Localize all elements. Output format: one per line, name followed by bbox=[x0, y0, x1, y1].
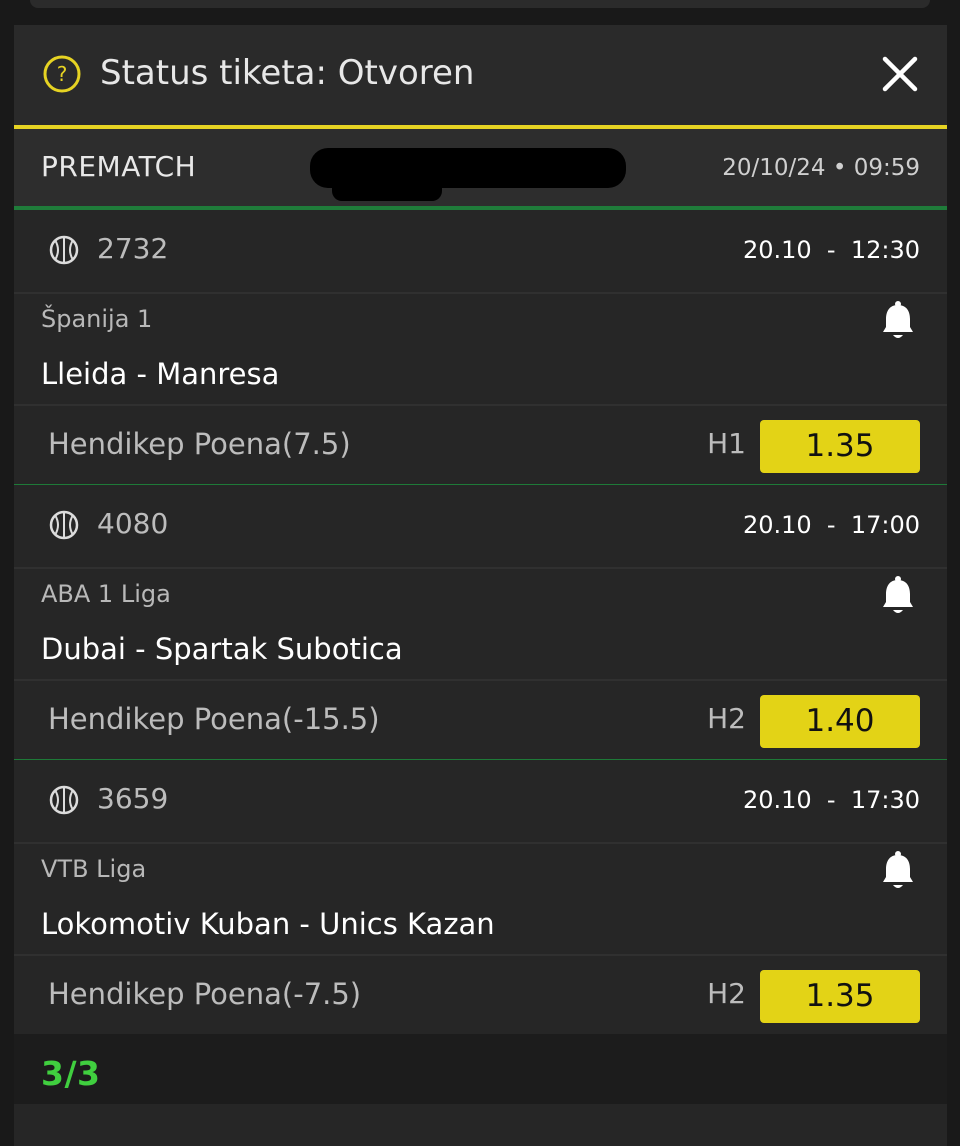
match-teams: Dubai - Spartak Subotica bbox=[41, 632, 403, 666]
ticket-info-bar: PREMATCH 20/10/24 • 09:59 bbox=[14, 129, 947, 210]
bell-icon[interactable] bbox=[873, 296, 923, 346]
bet-row: Hendikep Poena(-7.5) H2 1.35 bbox=[14, 956, 947, 1034]
league-name: ABA 1 Liga bbox=[41, 580, 171, 608]
match-info: ABA 1 Liga Dubai - Spartak Subotica bbox=[14, 569, 947, 681]
match-header: 3659 20.10 - 17:30 bbox=[14, 760, 947, 844]
market-name: Hendikep Poena(-7.5) bbox=[48, 977, 362, 1011]
bell-icon[interactable] bbox=[873, 846, 923, 896]
ticket-status-title: Status tiketa: Otvoren bbox=[100, 53, 475, 93]
prematch-label: PREMATCH bbox=[41, 150, 197, 183]
match-info: Španija 1 Lleida - Manresa bbox=[14, 294, 947, 406]
pick-label: H1 bbox=[707, 427, 746, 460]
odd-button[interactable]: 1.40 bbox=[760, 695, 920, 748]
match-time: 20.10 - 12:30 bbox=[742, 236, 920, 264]
market-name: Hendikep Poena(-15.5) bbox=[48, 702, 380, 736]
match-header: 4080 20.10 - 17:00 bbox=[14, 485, 947, 569]
match-teams: Lleida - Manresa bbox=[41, 357, 280, 391]
pick-label: H2 bbox=[707, 977, 746, 1010]
redacted-ticket-id-overflow bbox=[332, 177, 442, 201]
league-name: Španija 1 bbox=[41, 305, 153, 333]
pick-label: H2 bbox=[707, 702, 746, 735]
match-id: 4080 bbox=[97, 507, 169, 540]
match-id: 2732 bbox=[97, 232, 169, 265]
close-icon[interactable] bbox=[877, 51, 923, 97]
match-info: VTB Liga Lokomotiv Kuban - Unics Kazan bbox=[14, 844, 947, 956]
ticket-footer: 3/3 bbox=[14, 1034, 947, 1104]
match-card: 2732 20.10 - 12:30 Španija 1 Lleida - Ma… bbox=[14, 210, 947, 486]
league-name: VTB Liga bbox=[41, 855, 147, 883]
bet-row: Hendikep Poena(7.5) H1 1.35 bbox=[14, 406, 947, 484]
match-card: 3659 20.10 - 17:30 VTB Liga Lokomotiv Ku… bbox=[14, 760, 947, 1036]
bell-icon[interactable] bbox=[873, 571, 923, 621]
basketball-icon bbox=[49, 510, 79, 540]
match-time: 20.10 - 17:30 bbox=[742, 786, 920, 814]
ticket-header: ? Status tiketa: Otvoren bbox=[14, 25, 947, 129]
odd-button[interactable]: 1.35 bbox=[760, 970, 920, 1023]
question-icon[interactable]: ? bbox=[42, 54, 82, 94]
basketball-icon bbox=[49, 785, 79, 815]
ticket-panel: ? Status tiketa: Otvoren PREMATCH 20/10/… bbox=[14, 25, 947, 1146]
svg-text:?: ? bbox=[57, 62, 68, 86]
match-id: 3659 bbox=[97, 782, 169, 815]
ticket-datetime: 20/10/24 • 09:59 bbox=[722, 155, 920, 181]
market-name: Hendikep Poena(7.5) bbox=[48, 427, 351, 461]
bet-row: Hendikep Poena(-15.5) H2 1.40 bbox=[14, 681, 947, 759]
match-teams: Lokomotiv Kuban - Unics Kazan bbox=[41, 907, 495, 941]
matches-won-count: 3/3 bbox=[41, 1054, 101, 1093]
odd-button[interactable]: 1.35 bbox=[760, 420, 920, 473]
previous-card-edge bbox=[30, 0, 930, 8]
match-header: 2732 20.10 - 12:30 bbox=[14, 210, 947, 294]
match-card: 4080 20.10 - 17:00 ABA 1 Liga Dubai - Sp… bbox=[14, 485, 947, 761]
basketball-icon bbox=[49, 235, 79, 265]
match-time: 20.10 - 17:00 bbox=[742, 511, 920, 539]
